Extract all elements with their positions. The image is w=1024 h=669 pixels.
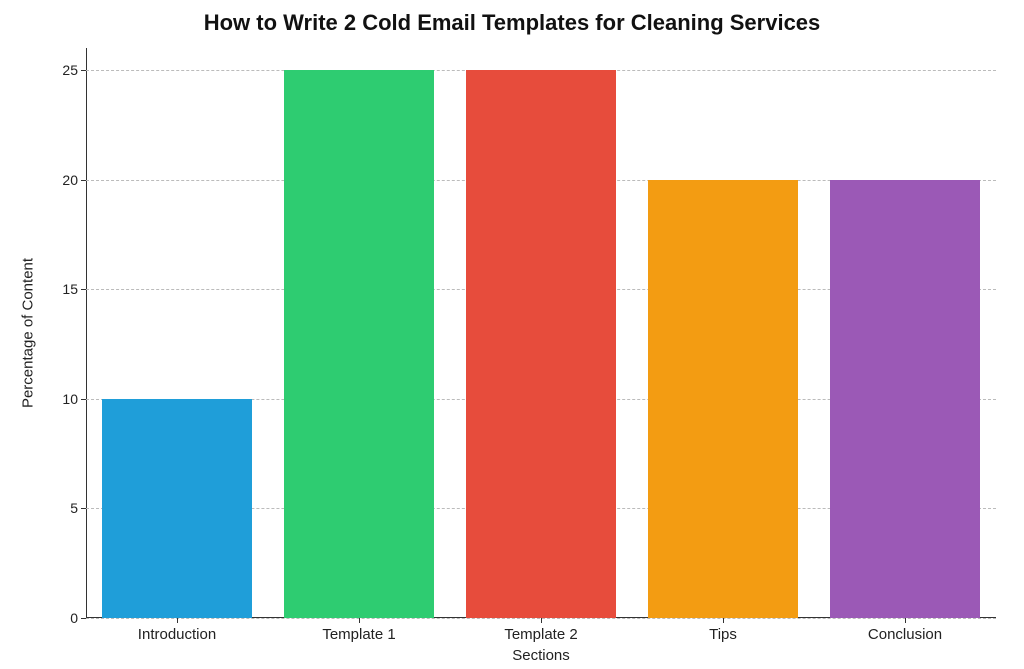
bar	[284, 70, 433, 618]
x-tick-label: Tips	[709, 618, 737, 643]
y-tick-label: 5	[70, 500, 86, 516]
y-tick-label: 20	[62, 172, 86, 188]
x-tick-label: Introduction	[138, 618, 216, 643]
y-axis-label: Percentage of Content	[20, 258, 37, 408]
x-tick-label: Template 2	[504, 618, 577, 643]
y-axis-spine	[86, 48, 87, 618]
chart-container: How to Write 2 Cold Email Templates for …	[0, 0, 1024, 669]
y-tick-label: 25	[62, 62, 86, 78]
bar	[466, 70, 615, 618]
y-tick-label: 10	[62, 391, 86, 407]
x-tick-label: Template 1	[322, 618, 395, 643]
bar	[102, 399, 251, 618]
x-tick-label: Conclusion	[868, 618, 942, 643]
plot-area: Percentage of Content Sections 051015202…	[86, 48, 996, 618]
chart-title: How to Write 2 Cold Email Templates for …	[0, 10, 1024, 36]
y-tick-label: 15	[62, 281, 86, 297]
bar	[830, 180, 979, 618]
y-tick-label: 0	[70, 610, 86, 626]
bar	[648, 180, 797, 618]
x-axis-label: Sections	[512, 647, 570, 664]
